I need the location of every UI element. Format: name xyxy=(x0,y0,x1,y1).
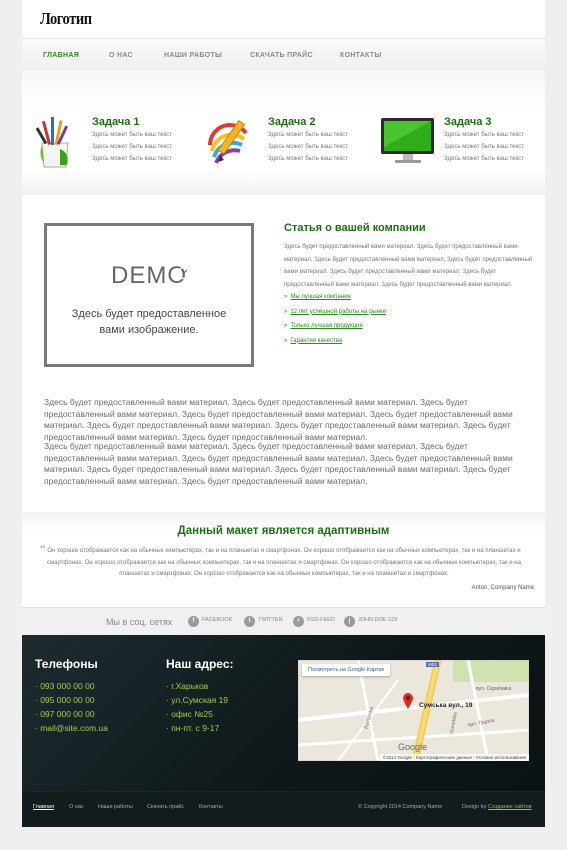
quote-text: Он хорошо отображается как на обычных ко… xyxy=(47,548,521,577)
map-attribution: ©2014 Google · Картографические данные ·… xyxy=(379,754,529,761)
nav-item-price[interactable]: СКАЧАТЬ ПРАЙС xyxy=(250,52,313,59)
footer-nav-price[interactable]: Скачать прайс xyxy=(147,804,184,810)
article-link-item: » Только лучшая продукция xyxy=(284,323,363,329)
article-title: Статья о вашей компании xyxy=(284,222,426,234)
footer: Телефоны · 093 000 00 00 · 095 000 00 00… xyxy=(22,635,545,791)
address-office: · офис №25 xyxy=(166,709,213,719)
demo-caption-line-2: вами изображение. xyxy=(99,324,199,336)
social-facebook-link[interactable]: FACEBOOK xyxy=(202,617,232,623)
address-hours: · пн-пт. с 9-17 xyxy=(166,723,220,733)
social-label: Мы в соц. сетях xyxy=(106,617,173,627)
site-header: Логотип xyxy=(22,0,545,38)
article-link-item: » Гарантия качества xyxy=(284,337,343,344)
facebook-icon[interactable]: f xyxy=(188,616,199,627)
quote-section: Данный макет является адаптивным “ Он хо… xyxy=(22,512,545,606)
task-3-line-2: Здесь может быть ваш текст xyxy=(444,144,524,150)
map-marker-icon[interactable] xyxy=(402,692,414,710)
address-street: · ул.Сумская 19 xyxy=(166,695,229,705)
article-links: » Мы лучшая компания » 12 лет успешной раб… xyxy=(284,294,386,352)
task-3-title: Задача 3 xyxy=(444,116,492,128)
quote-title: Данный макет является адаптивным xyxy=(177,525,390,537)
phones-title: Телефоны xyxy=(35,657,98,671)
nav-item-works[interactable]: НАШИ РАБОТЫ xyxy=(164,52,222,59)
google-map[interactable]: Посмотреть на Google Картах Сумська вул.… xyxy=(298,660,529,761)
design-link[interactable]: Создание сайтов xyxy=(488,804,532,810)
social-twitter-link[interactable]: TWITTER xyxy=(258,617,282,623)
page-container: Логотип ГЛАВНАЯ О НАС НАШИ РАБОТЫ СКАЧАТ… xyxy=(22,0,545,827)
task-3-line-1: Здесь может быть ваш текст xyxy=(444,132,524,138)
content-paragraph-2: Здесь будет предоставленный вами материа… xyxy=(44,441,513,486)
footer-nav-contacts[interactable]: Контакты xyxy=(199,804,223,810)
social-user-link[interactable]: JOHN.DOE 123 xyxy=(358,617,397,623)
copyright: © Copyright 2014 Company Name xyxy=(358,804,443,810)
rss-icon[interactable]: r xyxy=(293,616,304,627)
task-1-line-3: Здесь может быть ваш текст xyxy=(92,156,172,162)
user-icon[interactable]: j xyxy=(344,616,355,627)
phone-1[interactable]: · 093 000 00 00 xyxy=(35,681,95,691)
task-2-line-2: Здесь может быть ваш текст xyxy=(268,144,348,150)
demo-image: DEMO Здесь будет предоставленное вами из… xyxy=(44,223,254,367)
demo-caption-line-1: Здесь будет предоставленное xyxy=(71,308,227,320)
task-1-title: Задача 1 xyxy=(92,116,140,128)
content-paragraph-1: Здесь будет предоставленный вами материа… xyxy=(44,397,513,442)
address-city: · г.Харьков xyxy=(166,681,209,691)
phone-3[interactable]: · 097 000 00 00 xyxy=(35,709,95,719)
article-link-3[interactable]: Только лучшая продукция xyxy=(290,323,362,329)
bottom-bar: Главная О нас Наши работы Скачать прайс … xyxy=(22,791,545,827)
task-3-line-3: Здесь может быть ваш текст xyxy=(444,156,524,162)
map-marker-label: Сумська вул., 19 xyxy=(419,702,473,709)
footer-nav-works[interactable]: Наши работы xyxy=(98,804,133,810)
article-link-1[interactable]: Мы лучшая компания xyxy=(290,294,350,300)
phone-2[interactable]: · 095 000 00 00 xyxy=(35,695,95,705)
article-link-item: » 12 лет успешной работы на рынке xyxy=(284,308,387,315)
nav-item-contacts[interactable]: КОНТАКТЫ xyxy=(340,52,382,59)
demo-caption: Здесь будет предоставленное вами изображ… xyxy=(47,306,251,338)
demo-clock-icon xyxy=(177,266,191,280)
nav-item-home[interactable]: ГЛАВНАЯ xyxy=(43,52,79,59)
task-1-line-2: Здесь может быть ваш текст xyxy=(92,144,172,150)
article-link-item: » Мы лучшая компания xyxy=(284,294,351,300)
pencil-palette-icon xyxy=(208,119,248,164)
monitor-icon xyxy=(381,118,434,163)
google-logo: Google xyxy=(398,742,428,752)
task-2-line-3: Здесь может быть ваш текст xyxy=(268,156,348,162)
design-credit: Design by Создание сайтов xyxy=(462,804,532,810)
task-2-title: Задача 2 xyxy=(268,116,316,128)
paintbrushes-icon xyxy=(35,117,69,168)
social-bar: Мы в соц. сетях f FACEBOOK t TWITTER r R… xyxy=(22,607,545,636)
demo-word: DEMO xyxy=(111,262,187,289)
nav-item-about[interactable]: О НАС xyxy=(109,52,133,59)
map-road-label-m03: М03 xyxy=(426,662,439,667)
map-open-link[interactable]: Посмотреть на Google Картах xyxy=(302,664,391,676)
footer-nav-about[interactable]: О нас xyxy=(69,804,84,810)
quote-author: Anton, Company Name xyxy=(471,585,534,591)
article-link-4[interactable]: Гарантия качества xyxy=(290,338,342,344)
article-text: Здесь будет предоставленный вами материа… xyxy=(284,244,533,288)
map-road-label-3: вул. Скрипника xyxy=(476,686,512,692)
main-nav: ГЛАВНАЯ О НАС НАШИ РАБОТЫ СКАЧАТЬ ПРАЙС … xyxy=(22,38,545,72)
address-title: Наш адрес: xyxy=(166,657,234,671)
task-2-line-1: Здесь может быть ваш текст xyxy=(268,132,348,138)
twitter-icon[interactable]: t xyxy=(244,616,255,627)
email-link[interactable]: · mail@site.com.ua xyxy=(35,723,108,733)
article-link-2[interactable]: 12 лет успешной работы на рынке xyxy=(290,309,386,315)
task-1-line-1: Здесь может быть ваш текст xyxy=(92,132,172,138)
site-logo[interactable]: Логотип xyxy=(40,9,92,29)
social-rss-link[interactable]: RSS-FEED xyxy=(307,617,335,623)
footer-nav-home[interactable]: Главная xyxy=(33,804,54,810)
